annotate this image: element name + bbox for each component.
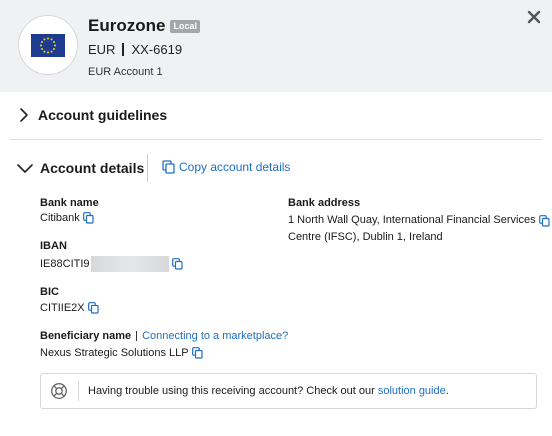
copy-account-details-button[interactable]: Copy account details xyxy=(162,160,290,174)
local-badge: Local xyxy=(170,19,200,33)
bank-name-value-row: Citibank xyxy=(40,212,94,224)
redacted-block xyxy=(90,256,169,272)
divider xyxy=(78,381,79,401)
chevron-right-icon xyxy=(20,108,28,122)
bic-value-row: CITIIE2X xyxy=(40,302,99,314)
divider xyxy=(147,154,148,182)
bank-name-value: Citibank xyxy=(40,212,80,224)
beneficiary-value-row: Nexus Strategic Solutions LLP xyxy=(40,347,203,359)
account-number: XX-6619 xyxy=(131,42,183,57)
help-banner: Having trouble using this receiving acco… xyxy=(40,373,537,409)
copy-account-details-label: Copy account details xyxy=(179,160,291,174)
iban-value-row: IE88CITI9 xyxy=(40,256,183,272)
copy-icon[interactable] xyxy=(538,214,550,227)
beneficiary-label: Beneficiary name xyxy=(40,330,132,342)
copy-icon[interactable] xyxy=(87,302,99,314)
account-guidelines-toggle[interactable]: Account guidelines xyxy=(16,107,167,123)
currency-flag-avatar xyxy=(18,15,78,75)
marketplace-link[interactable]: Connecting to a marketplace? xyxy=(142,330,288,342)
account-details-title: Account details xyxy=(40,160,145,176)
help-text: Having trouble using this receiving acco… xyxy=(88,385,449,397)
section-divider xyxy=(10,139,542,140)
bic-value: CITIIE2X xyxy=(40,302,85,314)
solution-guide-link[interactable]: solution guide xyxy=(378,385,446,397)
copy-icon[interactable] xyxy=(171,258,183,270)
account-name: EUR Account 1 xyxy=(88,66,163,78)
eu-flag-icon xyxy=(31,34,65,57)
divider xyxy=(136,331,138,341)
bank-name-label: Bank name xyxy=(40,197,99,209)
beneficiary-label-row: Beneficiary name Connecting to a marketp… xyxy=(40,330,288,342)
copy-icon xyxy=(162,160,175,174)
copy-icon[interactable] xyxy=(191,347,203,359)
iban-label: IBAN xyxy=(40,240,67,252)
iban-value: IE88CITI9 xyxy=(40,258,90,270)
chevron-down-icon xyxy=(17,164,33,173)
beneficiary-value: Nexus Strategic Solutions LLP xyxy=(40,347,189,359)
close-icon[interactable] xyxy=(525,8,543,26)
lifebuoy-icon xyxy=(51,383,67,399)
bank-address-line2: Centre (IFSC), Dublin 1, Ireland xyxy=(288,231,443,243)
bank-address-line1: 1 North Wall Quay, International Financi… xyxy=(288,214,536,226)
account-header: Eurozone Local EUR XX-6619 EUR Account 1 xyxy=(0,0,552,92)
copy-icon[interactable] xyxy=(82,212,94,224)
divider xyxy=(122,43,125,56)
account-details-toggle[interactable]: Account details xyxy=(16,160,144,176)
currency-code: EUR xyxy=(88,42,116,57)
help-suffix: . xyxy=(445,385,449,397)
help-message: Having trouble using this receiving acco… xyxy=(88,385,375,397)
account-guidelines-title: Account guidelines xyxy=(38,107,168,123)
account-title: Eurozone xyxy=(88,16,166,35)
bank-address-value: 1 North Wall Quay, International Financi… xyxy=(288,212,550,246)
bic-label: BIC xyxy=(40,286,59,298)
bank-address-label: Bank address xyxy=(288,197,361,209)
